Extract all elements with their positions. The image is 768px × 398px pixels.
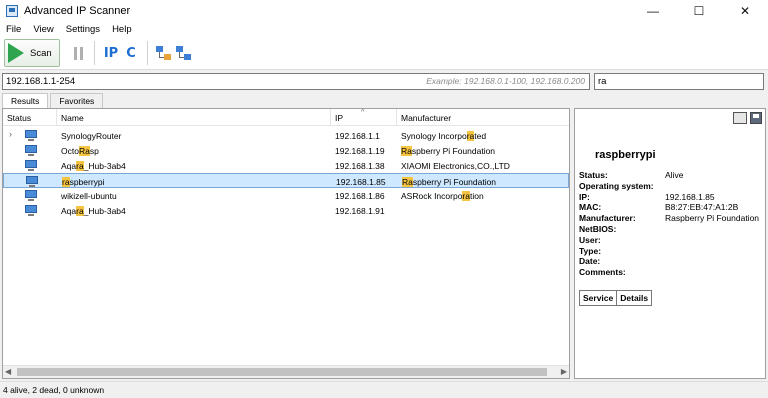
tab-results[interactable]: Results <box>2 93 49 108</box>
subnet-class-c-icon[interactable]: C <box>121 42 141 64</box>
title-bar: Advanced IP Scanner — ☐ ✕ <box>0 0 768 22</box>
row-ip: 192.168.1.86 <box>335 190 385 201</box>
network-list-icon[interactable] <box>174 42 194 64</box>
computer-icon <box>26 176 38 187</box>
sort-arrow-icon: ^ <box>361 109 365 116</box>
row-ip: 192.168.1.1 <box>335 130 380 141</box>
row-name: SynologyRouter <box>61 130 122 141</box>
table-row[interactable]: ra spberrypi 192.168.1.85 Ra spberry Pi Foun… <box>3 173 569 188</box>
expand-chevron-icon[interactable]: › <box>9 129 12 139</box>
minimize-button[interactable]: — <box>630 0 676 22</box>
horizontal-scrollbar[interactable]: ◀ ▶ <box>3 365 569 378</box>
status-bar: 4 alive, 2 dead, 0 unknown <box>0 381 768 398</box>
close-button[interactable]: ✕ <box>722 0 768 22</box>
detail-value: Alive <box>665 170 684 180</box>
table-row[interactable]: wikizell-ubuntu 192.168.1.86 ASRock Incorp… <box>3 188 569 203</box>
column-manufacturer[interactable]: Manufacturer <box>397 109 569 126</box>
detail-label: IP: <box>579 192 590 202</box>
detail-value: Raspberry Pi Foundation <box>665 213 760 223</box>
row-manufacturer: Synology Incorpo ra ted <box>401 130 487 141</box>
detail-label: NetBIOS: <box>579 224 617 234</box>
status-text: 4 alive, 2 dead, 0 unknown <box>3 385 105 395</box>
detail-tabs: Service Details <box>579 290 653 306</box>
window-title: Advanced IP Scanner <box>24 5 131 17</box>
row-ip: 192.168.1.91 <box>335 205 385 216</box>
ip-range-example: Example: 192.168.0.1-100, 192.168.0.200 <box>426 76 585 86</box>
results-table: Status Name IP Manufacturer ^ › SynologyR… <box>2 108 570 379</box>
ip-class-icon[interactable]: IP <box>101 42 121 64</box>
table-header: Status Name IP Manufacturer ^ <box>3 109 569 126</box>
detail-value: B8:27:EB:47:A1:2B <box>665 202 739 212</box>
search-value: ra <box>598 76 607 87</box>
address-bar: 192.168.1.1-254 Example: 192.168.0.1-100… <box>0 72 768 92</box>
menu-file[interactable]: File <box>0 24 27 35</box>
network-tree-icon[interactable] <box>154 42 174 64</box>
computer-icon <box>25 190 37 201</box>
row-manufacturer: Ra spberry Pi Foundation <box>402 176 497 187</box>
column-name[interactable]: Name <box>57 109 331 126</box>
detail-label: Type: <box>579 246 602 256</box>
menu-help[interactable]: Help <box>106 24 138 35</box>
computer-icon <box>25 130 37 141</box>
table-row[interactable]: › SynologyRouter 192.168.1.1 Synology Incor… <box>3 128 569 143</box>
row-manufacturer: Ra spberry Pi Foundation <box>401 145 496 156</box>
toolbar: Scan IP C <box>0 37 768 70</box>
tab-favorites[interactable]: Favorites <box>50 93 104 108</box>
row-manufacturer: XIAOMI Electronics,CO.,LTD <box>401 160 510 171</box>
maximize-button[interactable]: ☐ <box>676 0 722 22</box>
menu-settings[interactable]: Settings <box>60 24 106 35</box>
results-tabs: Results Favorites <box>2 93 105 108</box>
row-ip: 192.168.1.38 <box>335 160 385 171</box>
device-name: raspberrypi <box>595 149 656 161</box>
search-input[interactable]: ra <box>594 73 764 90</box>
save-icon[interactable] <box>750 112 762 124</box>
ip-range-input[interactable]: 192.168.1.1-254 Example: 192.168.0.1-100… <box>2 73 590 90</box>
detail-label: User: <box>579 235 601 245</box>
detail-label: Operating system: <box>579 181 654 191</box>
app-icon <box>6 5 18 17</box>
detail-label: Manufacturer: <box>579 213 636 223</box>
toolbar-separator <box>94 41 95 65</box>
menu-bar: File View Settings Help <box>0 22 768 37</box>
pause-icon <box>73 46 77 60</box>
pause-button[interactable] <box>68 42 88 64</box>
toolbar-separator <box>147 41 148 65</box>
row-name: ra spberrypi <box>62 176 105 187</box>
tab-details[interactable]: Details <box>616 291 651 305</box>
scroll-right-icon[interactable]: ▶ <box>561 367 567 376</box>
scroll-left-icon[interactable]: ◀ <box>5 367 11 376</box>
ip-range-value: 192.168.1.1-254 <box>6 76 76 87</box>
scan-button[interactable]: Scan <box>4 39 60 67</box>
print-icon[interactable] <box>733 112 747 124</box>
detail-label: Status: <box>579 170 608 180</box>
table-row[interactable]: Aqa ra _Hub-3ab4 192.168.1.38 XIAOMI Electro… <box>3 158 569 173</box>
tab-service[interactable]: Service <box>580 291 616 305</box>
row-name: wikizell-ubuntu <box>61 190 117 201</box>
play-icon <box>8 43 24 63</box>
row-name: Aqa ra _Hub-3ab4 <box>61 160 126 171</box>
computer-icon <box>25 145 37 156</box>
detail-label: Date: <box>579 256 601 266</box>
detail-label: MAC: <box>579 202 602 212</box>
scrollbar-thumb[interactable] <box>17 368 547 376</box>
table-row[interactable]: Octo Ra sp 192.168.1.19 Ra spberry Pi Foundat… <box>3 143 569 158</box>
computer-icon <box>25 160 37 171</box>
window-controls: — ☐ ✕ <box>630 0 768 22</box>
row-ip: 192.168.1.19 <box>335 145 385 156</box>
row-name: Octo Ra sp <box>61 145 99 156</box>
column-status[interactable]: Status <box>3 109 57 126</box>
row-manufacturer: ASRock Incorpo ra tion <box>401 190 484 201</box>
detail-value: 192.168.1.85 <box>665 192 715 202</box>
scan-label: Scan <box>30 47 52 59</box>
row-name: Aqa ra _Hub-3ab4 <box>61 205 126 216</box>
computer-icon <box>25 205 37 216</box>
menu-view[interactable]: View <box>27 24 59 35</box>
details-panel: raspberrypi Status: Alive Operating system… <box>574 108 766 379</box>
table-row[interactable]: Aqa ra _Hub-3ab4 192.168.1.91 <box>3 203 569 218</box>
detail-label: Comments: <box>579 267 626 277</box>
row-ip: 192.168.1.85 <box>336 176 386 187</box>
